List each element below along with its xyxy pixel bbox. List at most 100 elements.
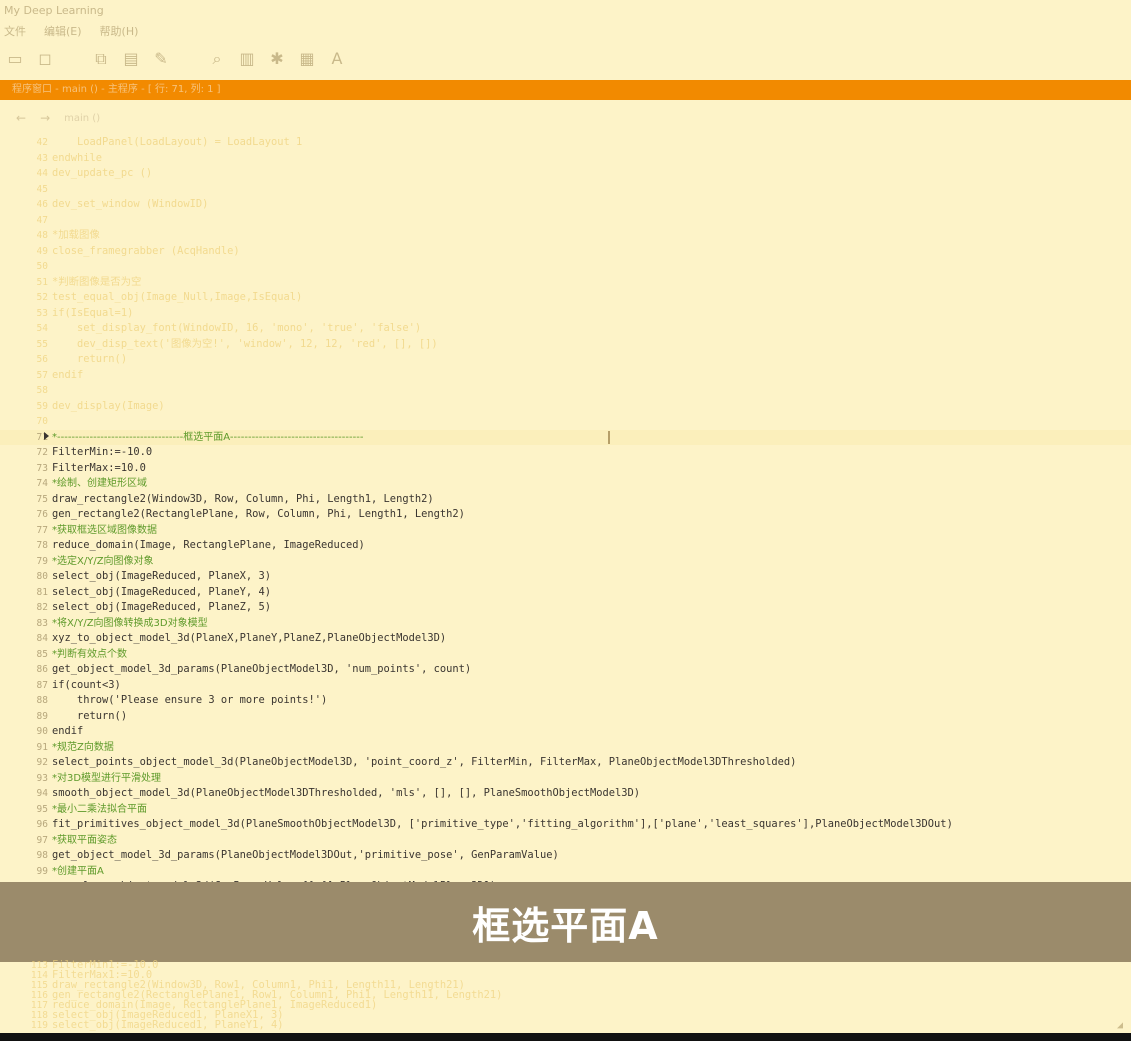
code-line[interactable]: 55 dev_disp_text('图像为空!', 'window', 12, … <box>0 337 1131 352</box>
code-text: endif <box>52 725 84 737</box>
line-number: 58 <box>36 385 48 396</box>
code-text: get_object_model_3d_params(PlaneObjectMo… <box>52 849 559 861</box>
code-line[interactable]: 70 <box>0 414 1131 429</box>
code-line[interactable]: 51 *判断图像是否为空 <box>0 275 1131 290</box>
code-text: gen_rectangle2(RectanglePlane, Row, Colu… <box>52 508 465 520</box>
code-text: dev_disp_text('图像为空!', 'window', 12, 12,… <box>52 337 438 350</box>
code-line[interactable]: 49 close_framegrabber (AcqHandle) <box>0 244 1131 259</box>
code-line[interactable]: 78 reduce_domain(Image, RectanglePlane, I… <box>0 538 1131 553</box>
code-line[interactable]: 58 <box>0 383 1131 398</box>
code-text: *将X/Y/Z向图像转换成3D对象模型 <box>52 617 208 629</box>
line-number: 74 <box>36 478 48 489</box>
code-text: test_equal_obj(Image_Null,Image,IsEqual) <box>52 291 303 303</box>
code-line[interactable]: 92 select_points_object_model_3d(PlaneObj… <box>0 755 1131 770</box>
select-icon[interactable]: ◻ <box>36 50 54 68</box>
code-line[interactable]: 50 <box>0 259 1131 274</box>
grid-icon[interactable]: ▦ <box>298 50 316 68</box>
code-line[interactable]: 52 test_equal_obj(Image_Null,Image,IsEqua… <box>0 290 1131 305</box>
line-number: 43 <box>36 152 48 164</box>
code-line[interactable]: 90 endif <box>0 724 1131 739</box>
code-text: *获取平面姿态 <box>52 834 117 846</box>
code-text: set_display_font(WindowID, 16, 'mono', '… <box>52 322 422 334</box>
code-line[interactable]: 74 *绘制、创建矩形区域 <box>0 476 1131 491</box>
caption-text: 框选平面A <box>472 903 659 948</box>
code-line[interactable]: 84 xyz_to_object_model_3d(PlaneX,PlaneY,P… <box>0 631 1131 646</box>
code-line[interactable]: 87 if(count<3) <box>0 678 1131 693</box>
code-line[interactable]: 54 set_display_font(WindowID, 16, 'mono'… <box>0 321 1131 336</box>
code-line[interactable]: 85 *判断有效点个数 <box>0 647 1131 662</box>
menu-item[interactable]: 文件 <box>4 22 26 42</box>
line-number: 89 <box>36 710 48 722</box>
line-number: 57 <box>36 369 48 381</box>
code-line[interactable]: 83 *将X/Y/Z向图像转换成3D对象模型 <box>0 616 1131 631</box>
code-line[interactable]: 97 *获取平面姿态 <box>0 833 1131 848</box>
line-number: 45 <box>36 183 48 195</box>
status-bar <box>0 1033 1131 1041</box>
code-text: smooth_object_model_3d(PlaneObjectModel3… <box>52 787 641 799</box>
code-line[interactable]: 57 endif <box>0 368 1131 383</box>
code-line[interactable]: 80 select_obj(ImageReduced, PlaneX, 3) <box>0 569 1131 584</box>
line-number: 59 <box>36 400 48 412</box>
code-line[interactable]: 47 <box>0 213 1131 228</box>
zoom-icon[interactable]: ⌕ <box>208 50 226 68</box>
code-line[interactable]: 93 *对3D模型进行平滑处理 <box>0 771 1131 786</box>
code-line[interactable]: 99 *创建平面A <box>0 864 1131 879</box>
code-line[interactable]: 75 draw_rectangle2(Window3D, Row, Column,… <box>0 492 1131 507</box>
code-text: dev_display(Image) <box>52 399 165 412</box>
code-line[interactable]: 91 *规范Z向数据 <box>0 740 1131 755</box>
line-number: 95 <box>36 803 48 815</box>
resize-grip-icon[interactable]: ◢ <box>1117 1020 1123 1031</box>
forward-arrow-icon[interactable]: → <box>40 111 50 125</box>
settings-icon[interactable]: ✱ <box>268 50 286 68</box>
toolbar-separator <box>66 50 80 68</box>
code-line[interactable]: 86 get_object_model_3d_params(PlaneObject… <box>0 662 1131 677</box>
code-line[interactable]: 81 select_obj(ImageReduced, PlaneY, 4) <box>0 585 1131 600</box>
code-line[interactable]: 89 return() <box>0 709 1131 724</box>
rect-icon[interactable]: ▭ <box>6 50 24 68</box>
text-icon[interactable]: A <box>328 50 346 68</box>
code-line[interactable]: 96 fit_primitives_object_model_3d(PlaneSm… <box>0 817 1131 832</box>
code-line[interactable]: 45 <box>0 182 1131 197</box>
code-line[interactable]: 42 LoadPanel(LoadLayout) = LoadLayout 1 <box>0 135 1131 150</box>
code-line[interactable]: 76 gen_rectangle2(RectanglePlane, Row, Co… <box>0 507 1131 522</box>
copy-icon[interactable]: ⧉ <box>92 50 110 68</box>
tool-icon[interactable]: ✎ <box>152 50 170 68</box>
line-number: 119 <box>30 1020 48 1031</box>
code-line[interactable]: 79 *选定X/Y/Z向图像对象 <box>0 554 1131 569</box>
code-line[interactable]: 43 endwhile <box>0 151 1131 166</box>
code-line[interactable]: 46 dev_set_window (WindowID) <box>0 197 1131 212</box>
code-line[interactable]: 48 *加载图像 <box>0 228 1131 243</box>
code-line[interactable]: 56 return() <box>0 352 1131 367</box>
code-line[interactable]: 59 dev_display(Image) <box>0 399 1131 414</box>
code-line[interactable]: 73 FilterMax:=10.0 <box>0 461 1131 476</box>
code-text: draw_rectangle2(Window3D, Row, Column, P… <box>52 492 434 505</box>
code-line[interactable]: 53 if(IsEqual=1) <box>0 306 1131 321</box>
back-arrow-icon[interactable]: ← <box>16 111 26 125</box>
menubar: 文件 编辑(E) 帮助(H) <box>0 22 1131 42</box>
line-number: 90 <box>36 726 48 737</box>
code-line[interactable]: 88 throw('Please ensure 3 or more points… <box>0 693 1131 708</box>
code-line[interactable]: 72 FilterMin:=-10.0 <box>0 445 1131 460</box>
procedure-selector[interactable]: main () <box>64 113 100 124</box>
code-line[interactable]: 95 *最小二乘法拟合平面 <box>0 802 1131 817</box>
code-line[interactable]: 71 *-----------------------------------框选… <box>0 429 1131 445</box>
text-cursor <box>608 430 610 444</box>
menu-item[interactable]: 编辑(E) <box>44 22 82 42</box>
line-number: 56 <box>36 354 48 365</box>
menu-item[interactable]: 帮助(H) <box>100 22 139 42</box>
code-line[interactable]: 82 select_obj(ImageReduced, PlaneZ, 5) <box>0 600 1131 615</box>
code-line[interactable]: 77 *获取框选区域图像数据 <box>0 523 1131 538</box>
line-number: 93 <box>36 772 48 784</box>
line-number: 84 <box>36 633 48 644</box>
line-number: 75 <box>36 493 48 505</box>
line-number: 88 <box>36 695 48 706</box>
code-line[interactable]: 119 select_obj(ImageReduced1, PlaneY1, 4) <box>0 1018 1131 1033</box>
code-line[interactable]: 98 get_object_model_3d_params(PlaneObject… <box>0 848 1131 863</box>
chart-icon[interactable]: ▥ <box>238 50 256 68</box>
code-line[interactable]: 94 smooth_object_model_3d(PlaneObjectMode… <box>0 786 1131 801</box>
code-line[interactable]: 44 dev_update_pc () <box>0 166 1131 181</box>
paste-icon[interactable]: ▤ <box>122 50 140 68</box>
toolbar: ▭ ◻ ⧉ ▤ ✎ ⌕ ▥ ✱ ▦ A <box>0 44 1131 74</box>
line-number: 47 <box>36 214 48 226</box>
code-text: dev_update_pc () <box>52 167 153 179</box>
